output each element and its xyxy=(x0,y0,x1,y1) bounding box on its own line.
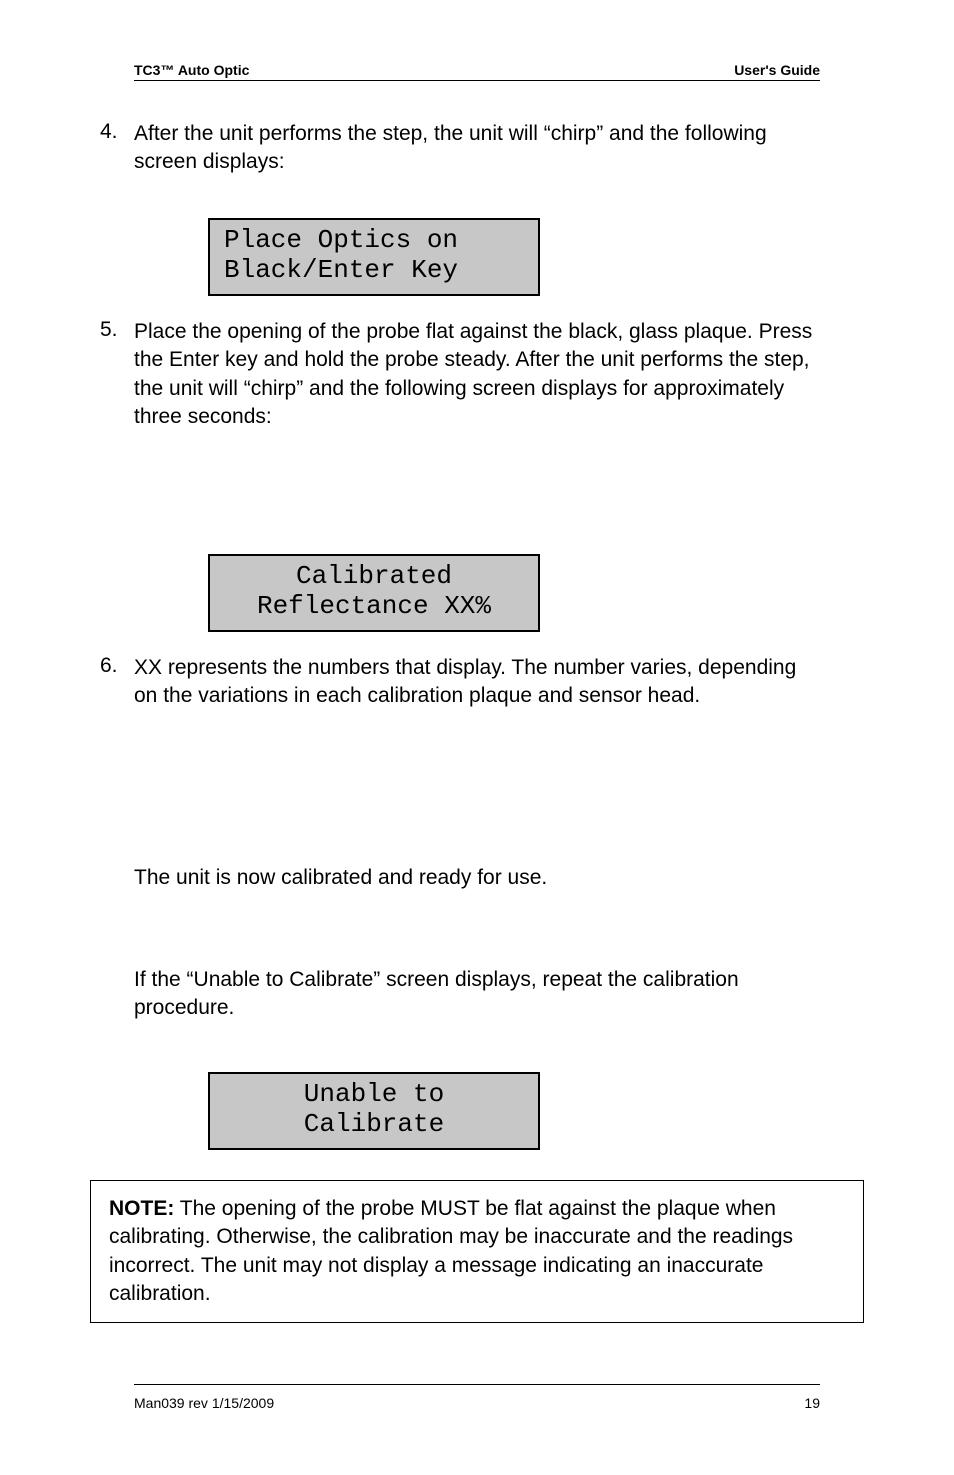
footer-revision: Man039 rev 1/15/2009 xyxy=(134,1395,274,1411)
header-title-right: User's Guide xyxy=(734,62,820,78)
note-box: NOTE: The opening of the probe MUST be f… xyxy=(90,1180,864,1323)
lcd-unable: Unable to Calibrate xyxy=(208,1072,540,1150)
page-number: 19 xyxy=(804,1395,820,1411)
note-label: NOTE: xyxy=(109,1197,174,1220)
header-line: TC3™ Auto Optic User's Guide xyxy=(134,56,820,81)
lcd-row: Place Optics on xyxy=(224,226,524,256)
step-4-text: After the unit performs the step, the un… xyxy=(134,120,820,177)
lcd-row: Reflectance XX% xyxy=(224,592,524,622)
page-header: TC3™ Auto Optic User's Guide xyxy=(134,56,820,82)
lcd-place-optics: Place Optics on Black/Enter Key xyxy=(208,218,540,296)
page: TC3™ Auto Optic User's Guide 4. After th… xyxy=(0,0,954,1475)
lcd-row: Black/Enter Key xyxy=(224,256,524,286)
note-text: The opening of the probe MUST be flat ag… xyxy=(109,1197,793,1305)
step-number-4: 4. xyxy=(100,120,118,144)
lcd-row: Calibrated xyxy=(224,562,524,592)
unable-text: If the “Unable to Calibrate” screen disp… xyxy=(134,966,820,1023)
header-title-left: TC3™ Auto Optic xyxy=(134,62,249,78)
step-number-5: 5. xyxy=(100,318,118,342)
ready-text: The unit is now calibrated and ready for… xyxy=(134,864,820,892)
step-5-text: Place the opening of the probe flat agai… xyxy=(134,318,820,431)
lcd-row: Calibrate xyxy=(224,1110,524,1140)
step-number-6: 6. xyxy=(100,654,118,678)
lcd-calibrated: Calibrated Reflectance XX% xyxy=(208,554,540,632)
lcd-row: Unable to xyxy=(224,1080,524,1110)
page-footer: Man039 rev 1/15/2009 19 xyxy=(134,1384,820,1411)
step-6-text: XX represents the numbers that display. … xyxy=(134,654,820,711)
